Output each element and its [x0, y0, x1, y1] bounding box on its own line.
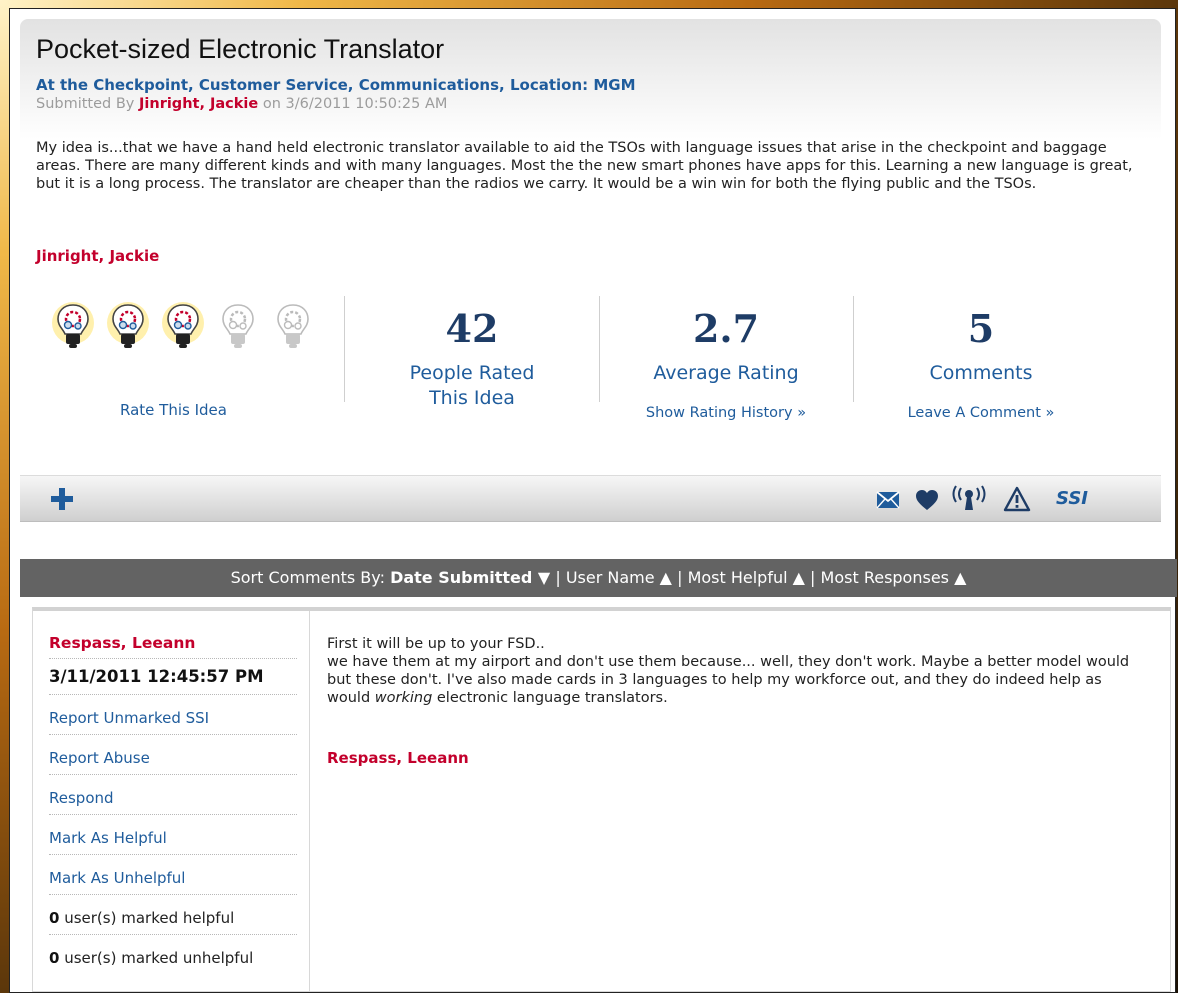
comment-sidebar: Respass, Leeann 3/11/2011 12:45:57 PM Re…: [33, 611, 310, 991]
mail-icon[interactable]: [876, 491, 900, 509]
idea-toolbar: SSI: [20, 475, 1161, 522]
people-rated-label-line1: People Rated: [409, 362, 535, 384]
comment-date: 3/11/2011 12:45:57 PM: [49, 661, 297, 695]
average-rating-value: 2.7: [692, 306, 760, 351]
submitted-prefix: Submitted By: [36, 96, 135, 112]
mark-as-helpful-link[interactable]: Mark As Helpful: [49, 817, 297, 855]
mark-as-unhelpful-link[interactable]: Mark As Unhelpful: [49, 857, 297, 895]
submitted-date: on 3/6/2011 10:50:25 AM: [262, 96, 448, 112]
heart-icon[interactable]: [915, 489, 939, 511]
rating-bulbs: [50, 301, 330, 365]
lightbulb-icon[interactable]: [160, 301, 206, 365]
comment-item: Respass, Leeann 3/11/2011 12:45:57 PM Re…: [32, 607, 1171, 992]
sort-option-user-name[interactable]: User Name ▲: [566, 568, 672, 587]
people-rated-label-line2: This Idea: [429, 387, 515, 409]
warning-icon[interactable]: [1003, 486, 1031, 512]
plus-icon[interactable]: [50, 487, 74, 511]
submitted-author-link[interactable]: Jinright, Jackie: [139, 96, 258, 112]
people-rated-label: People Rated This Idea: [342, 361, 602, 411]
comment-body-line1: First it will be up to your FSD..: [327, 636, 545, 652]
sort-option-most-helpful[interactable]: Most Helpful ▲: [688, 568, 805, 587]
sort-option-most-responses[interactable]: Most Responses ▲: [821, 568, 967, 587]
comment-body-text: we have them at my airport and don't use…: [327, 654, 1130, 706]
comment-signature[interactable]: Respass, Leeann: [327, 749, 469, 767]
unhelpful-count: 0 user(s) marked unhelpful: [49, 949, 254, 967]
comments-label: Comments: [929, 362, 1033, 384]
report-abuse-link[interactable]: Report Abuse: [49, 737, 297, 775]
idea-categories[interactable]: At the Checkpoint, Customer Service, Com…: [36, 76, 636, 94]
idea-description: My idea is...that we have a hand held el…: [36, 140, 1133, 192]
leave-a-comment-link[interactable]: Leave A Comment »: [851, 405, 1111, 421]
comment-body: First it will be up to your FSD.. we hav…: [327, 635, 1147, 707]
show-rating-history-link[interactable]: Show Rating History »: [596, 405, 856, 421]
respond-link[interactable]: Respond: [49, 777, 297, 815]
idea-title: Pocket-sized Electronic Translator: [36, 34, 445, 64]
sort-comments-bar: Sort Comments By: Date Submitted ▼ | Use…: [20, 559, 1177, 597]
rate-this-idea-label: Rate This Idea: [120, 401, 227, 419]
ssi-button[interactable]: SSI: [1056, 488, 1088, 509]
broadcast-icon[interactable]: [952, 485, 986, 511]
submitted-line: Submitted By Jinright, Jackie on 3/6/201…: [36, 96, 447, 112]
helpful-count: 0 user(s) marked helpful: [49, 897, 297, 935]
lightbulb-icon[interactable]: [270, 301, 316, 365]
comments-count: 5: [967, 306, 995, 351]
lightbulb-icon[interactable]: [50, 301, 96, 365]
idea-panel: Pocket-sized Electronic Translator At th…: [9, 8, 1177, 993]
idea-signature[interactable]: Jinright, Jackie: [36, 247, 159, 265]
lightbulb-icon[interactable]: [215, 301, 261, 365]
comment-author-link[interactable]: Respass, Leeann: [49, 629, 297, 659]
average-rating-label: Average Rating: [653, 362, 799, 384]
lightbulb-icon[interactable]: [105, 301, 151, 365]
report-unmarked-ssi-link[interactable]: Report Unmarked SSI: [49, 697, 297, 735]
people-rated-count: 42: [445, 306, 499, 351]
sort-prefix: Sort Comments By:: [230, 568, 385, 587]
sort-option-date-submitted[interactable]: Date Submitted ▼: [390, 568, 550, 587]
